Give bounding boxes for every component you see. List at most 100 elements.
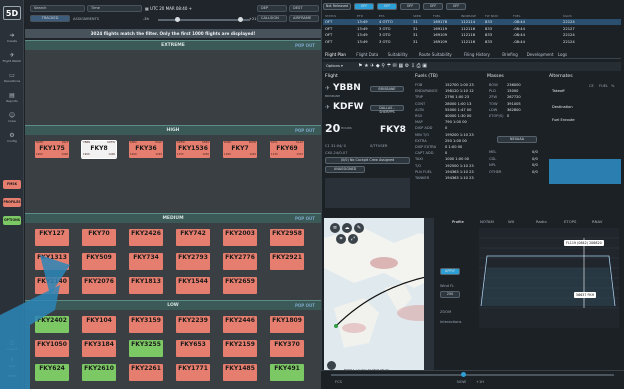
section-medium[interactable]: MEDIUM POP OUT [25,213,321,223]
altitude-profile-graph[interactable]: FL119 (0842) 206820 56637 FKH [479,228,619,328]
timeline-track[interactable] [331,374,614,376]
route-map[interactable]: ≡ ☁ ✎ ⌗ ⤢ NWM 1 / 0 (1h) 20 MAR 08:40 [324,218,434,378]
toggle-1[interactable]: OFF [354,3,374,10]
airframe-input[interactable]: AIRFRAME [289,15,319,22]
compass-icon[interactable] [327,361,336,370]
flight-card[interactable]: FKY491 [270,364,304,381]
flight-card[interactable]: FKY127 [35,229,69,246]
time-range-slider[interactable] [158,19,250,21]
altitude-scale[interactable] [424,218,434,378]
pop-out-button[interactable]: POP OUT [295,214,315,223]
profile-tab[interactable]: WX [508,219,514,224]
flight-card[interactable]: FKY2659 [223,277,257,294]
flight-card[interactable]: KDFW KSEA FKY1536 1155 1250 [176,141,210,158]
flight-card[interactable]: FKY734 [129,253,163,270]
apply-button[interactable]: APPLY [440,268,460,275]
tab-flight-plan[interactable]: Flight Plan [325,52,346,57]
flight-card[interactable]: FKY104 [82,316,116,333]
flight-card[interactable]: FKY70 [82,229,116,246]
pen-icon[interactable]: ✎ [354,223,364,233]
crop-icon[interactable]: ⌗ [336,234,346,244]
timeline-footer[interactable]: FCS NOW +1H [321,370,624,389]
flight-card[interactable]: FKY3255 [129,340,163,357]
tab-route-suitability[interactable]: Route Suitability [419,52,452,57]
flight-card[interactable]: FKY3184 [82,340,116,357]
flight-card[interactable]: FKY370 [270,340,304,357]
sidebar-item-create[interactable]: ➔ Create [2,32,22,45]
flight-card[interactable]: FKY2261 [129,364,163,381]
flight-card[interactable]: FKY2446 [223,316,257,333]
profile-tab[interactable]: Radio [536,219,547,224]
options-menu[interactable]: Options ▾ [326,64,343,68]
pop-out-button[interactable]: POP OUT [295,126,315,135]
profile-tab[interactable]: RNAV [592,219,602,224]
flight-card[interactable]: FKY653 [176,340,210,357]
flight-card[interactable]: FKY2426 [129,229,163,246]
search-input[interactable]: Search [30,5,85,12]
flight-card[interactable]: FKY2159 [223,340,257,357]
sidebar-item-config[interactable]: ⚙ Config [2,132,22,145]
callsign-input[interactable]: CALLSIGN [257,15,287,22]
flight-card[interactable]: FKY509 [82,253,116,270]
table-row[interactable]: OFT 13:49 3 OTO 31 169109 112116 833 -08:44 2212… [323,32,621,38]
table-row[interactable]: OFT 13:49 3 OTO 31 169119 112116 833 -08:44 2212… [323,26,621,32]
table-row[interactable]: OFT 13:49 3 OTO 31 169109 112116 833 -08:44 2212… [323,39,621,45]
table-row[interactable]: OFT 13:49 4 OTTO 31 169178 112114 833 -08:44 221… [323,19,621,25]
flight-card[interactable]: FKY2776 [223,253,257,270]
flight-card[interactable]: KORD KDEN FKY7 1180 1345 [223,141,257,158]
flight-card[interactable]: FKY2793 [176,253,210,270]
options-button[interactable]: OPTIONS [3,216,21,225]
sidebar-item-reports[interactable]: ▤ Reports [2,92,22,105]
unassigned-dropdown[interactable]: UNASSIGNED [325,166,365,173]
toggle-2[interactable]: OFF [377,3,397,10]
dest-input[interactable]: DEST [289,5,319,12]
no-crew-button[interactable]: (0/0) No Cockpit Crew Assigned [325,157,410,164]
tab-suitability[interactable]: Suitability [388,52,408,57]
app-logo[interactable]: 5D [3,6,21,20]
tab-flight-data[interactable]: Flight Data [356,52,378,57]
profile-tab[interactable]: NOTAM [480,219,494,224]
toolbar-icons[interactable]: ⚑ ★ ✈ ◆ ⚲ ☂ ✉ ▦ ⚙ ⇩ ⎙ ▣ [358,63,427,69]
flight-card[interactable]: FKY1771 [176,364,210,381]
dep-name-box[interactable]: BRISBANE [370,86,404,92]
flight-card[interactable]: FKY2076 [82,277,116,294]
cloud-icon[interactable]: ☁ [342,223,352,233]
crew-header-box[interactable]: NEXAAA [497,136,537,143]
tab-filing-history[interactable]: Filing History [464,52,490,57]
flight-card[interactable]: FKY2239 [176,316,210,333]
flight-card[interactable]: FKY2921 [270,253,304,270]
flight-card[interactable]: FKY2003 [223,229,257,246]
sidebar-item-flight-watch[interactable]: ✈ Flight Watch [2,52,22,65]
section-high[interactable]: HIGH POP OUT [25,125,321,135]
flight-card[interactable]: KSEA KSLC FKY36 1000 1245 [129,141,163,158]
toggle-3[interactable]: OFF [400,3,420,10]
time-range-handle-end[interactable] [238,17,243,22]
date-input[interactable]: Time [87,5,142,12]
flight-card[interactable]: YBBN KDFW FKY8 1900 1400 [81,140,117,159]
not-released-filter[interactable]: Not Released [323,3,351,10]
flight-card[interactable]: FKY1485 [223,364,257,381]
wind-fl-dropdown[interactable]: 250 [440,291,460,298]
plus-icon[interactable]: + [187,6,192,11]
fmsk-button[interactable]: FMSK [3,180,21,189]
expand-icon[interactable]: ⤢ [348,234,358,244]
toggle-4[interactable]: OFF [423,3,443,10]
flight-card[interactable]: FKY1809 [270,316,304,333]
tab-development[interactable]: Development [527,52,554,57]
pop-out-button[interactable]: POP OUT [295,41,315,50]
profile-tab[interactable]: ETOPS [564,219,576,224]
dest-name-box[interactable]: DALLAS - SHERPPS [370,105,404,114]
flight-card[interactable]: NOPV KSLT FKY175 1900 1400 [35,141,69,158]
section-extreme[interactable]: EXTREME POP OUT [25,40,321,50]
flight-card[interactable]: FKY2958 [270,229,304,246]
flight-card[interactable]: FKY3159 [129,316,163,333]
pop-out-button[interactable]: POP OUT [295,301,315,310]
profiles-button[interactable]: PROFILES [3,198,21,207]
tracked-button[interactable]: TRACKED [30,15,70,22]
flight-card[interactable]: FKY2610 [82,364,116,381]
toggle-5[interactable]: OFF [446,3,466,10]
sidebar-item-crew[interactable]: ☺ Crew [2,112,22,125]
tab-logs[interactable]: Logs [558,52,567,57]
flight-card[interactable]: KATL KLAX FKY69 1130 1307 [270,141,304,158]
layers-icon[interactable]: ≡ [330,223,340,233]
